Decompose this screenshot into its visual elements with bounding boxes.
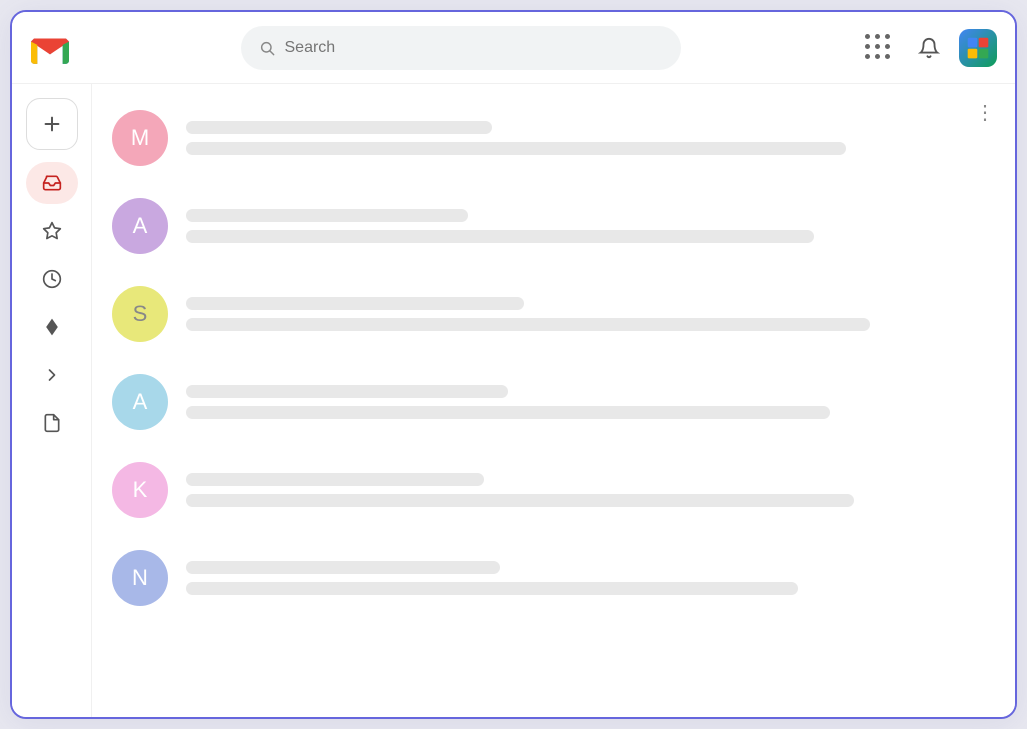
email-avatar: K [112,462,168,518]
notifications-button[interactable] [909,28,949,68]
email-content [186,297,991,331]
header-actions [859,28,997,68]
email-avatar: S [112,286,168,342]
main-content: ⋮ MASAKN [92,84,1015,717]
app-window: ⋮ MASAKN [10,10,1017,719]
body: ⋮ MASAKN [12,84,1015,717]
email-subject-skeleton [186,385,508,398]
email-subject-skeleton [186,297,524,310]
email-row[interactable]: S [92,270,1015,358]
email-avatar: N [112,550,168,606]
email-content [186,385,991,419]
search-input[interactable] [285,39,663,57]
apps-grid-icon [865,34,893,62]
email-row[interactable]: K [92,446,1015,534]
sidebar-item-sent[interactable] [26,354,78,396]
apps-button[interactable] [859,28,899,68]
email-row[interactable]: N [92,534,1015,622]
sidebar-item-snoozed[interactable] [26,258,78,300]
sidebar-item-drafts[interactable] [26,402,78,444]
sidebar-item-inbox[interactable] [26,162,78,204]
sidebar-item-starred[interactable] [26,210,78,252]
email-preview-skeleton [186,406,830,419]
email-subject-skeleton [186,473,484,486]
header [12,12,1015,84]
more-options-button[interactable]: ⋮ [969,96,1001,128]
search-bar[interactable] [241,26,681,70]
email-avatar: A [112,198,168,254]
email-subject-skeleton [186,121,492,134]
email-row[interactable]: A [92,358,1015,446]
sidebar [12,84,92,717]
email-row[interactable]: M [92,94,1015,182]
search-icon [259,40,275,56]
email-preview-skeleton [186,142,846,155]
email-content [186,121,991,155]
email-list: MASAKN [92,94,1015,622]
email-subject-skeleton [186,209,468,222]
email-subject-skeleton [186,561,500,574]
email-avatar: A [112,374,168,430]
compose-button[interactable] [26,98,78,150]
email-avatar: M [112,110,168,166]
email-preview-skeleton [186,582,798,595]
email-preview-skeleton [186,230,814,243]
email-preview-skeleton [186,494,854,507]
email-content [186,473,991,507]
sidebar-item-important[interactable] [26,306,78,348]
email-content [186,209,991,243]
email-content [186,561,991,595]
email-preview-skeleton [186,318,870,331]
email-row[interactable]: A [92,182,1015,270]
gmail-logo[interactable] [30,28,70,68]
profile-avatar[interactable] [959,29,997,67]
